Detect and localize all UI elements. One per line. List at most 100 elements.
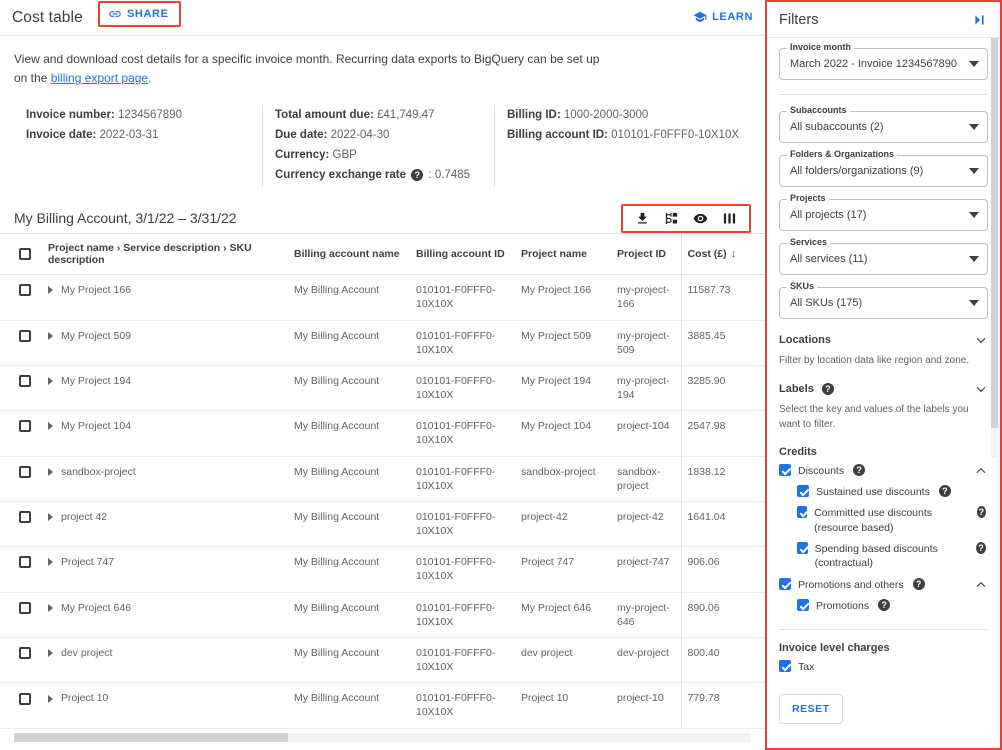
cost-table-pane: Cost table SHARE LEARN View and download… [0, 0, 765, 750]
row-cost: 3885.45 [680, 320, 765, 366]
expand-row-icon[interactable] [48, 694, 53, 703]
expand-row-icon[interactable] [48, 286, 53, 295]
table-row[interactable]: sandbox-project My Billing Account 010101-… [0, 456, 765, 502]
share-button-highlight: SHARE [98, 1, 181, 27]
tax-checkbox[interactable] [779, 660, 791, 673]
filter-invoice-month[interactable]: Invoice month March 2022 - Invoice 12345… [779, 42, 988, 80]
row-checkbox[interactable] [19, 511, 31, 524]
expand-row-icon[interactable] [48, 422, 53, 431]
row-checkbox[interactable] [19, 647, 31, 660]
filter-promotions[interactable]: Promotions ? [797, 599, 988, 613]
chevron-up-icon[interactable] [974, 578, 988, 592]
row-project-id: project-104 [611, 410, 681, 457]
filter-labels-accordion[interactable]: Labels ? [779, 382, 988, 396]
panel-collapse-icon[interactable] [972, 12, 988, 28]
row-checkbox[interactable] [19, 375, 31, 388]
filter-spending-based-discounts[interactable]: Spending based discounts (contractual) ? [797, 541, 988, 570]
help-icon[interactable]: ? [976, 506, 986, 519]
table-horizontal-scrollbar[interactable] [14, 732, 751, 742]
row-checkbox[interactable] [19, 284, 31, 297]
chevron-up-icon[interactable] [974, 464, 988, 478]
filter-folders-organizations[interactable]: Folders & Organizations All folders/orga… [779, 149, 988, 187]
learn-button[interactable]: LEARN [693, 10, 753, 24]
filter-projects[interactable]: Projects All projects (17) [779, 193, 988, 231]
row-checkbox[interactable] [19, 601, 31, 614]
filters-vertical-scrollbar[interactable] [991, 38, 998, 458]
billing-export-link[interactable]: billing export page [51, 71, 148, 85]
discounts-checkbox[interactable] [779, 464, 791, 476]
filter-committed-use-discounts[interactable]: Committed use discounts (resource based)… [797, 506, 988, 534]
expand-tree-icon[interactable] [664, 211, 679, 226]
row-checkbox[interactable] [19, 465, 31, 478]
reset-button[interactable]: RESET [779, 693, 843, 724]
columns-icon[interactable] [722, 211, 737, 226]
column-header-billing-account-id[interactable]: Billing account ID [410, 233, 515, 276]
share-button[interactable]: SHARE [108, 7, 169, 21]
filter-select-box[interactable]: All folders/organizations (9) [779, 155, 988, 187]
filter-select-box[interactable]: All subaccounts (2) [779, 111, 988, 143]
row-checkbox[interactable] [19, 329, 31, 342]
table-row[interactable]: My Project 166 My Billing Account 010101-F… [0, 274, 765, 321]
table-row[interactable]: project 42 My Billing Account 010101-F0FFF… [0, 501, 765, 548]
filter-locations-accordion[interactable]: Locations [779, 333, 988, 347]
filters-vertical-scrollbar-thumb[interactable] [991, 38, 998, 428]
expand-row-icon[interactable] [48, 467, 53, 476]
help-icon[interactable]: ? [821, 383, 834, 395]
download-icon[interactable] [635, 211, 650, 226]
row-cost: 3285.90 [680, 365, 765, 412]
column-header-billing-account-name[interactable]: Billing account name [288, 233, 410, 276]
filter-select-box[interactable]: All services (11) [779, 243, 988, 275]
filter-select-box[interactable]: All projects (17) [779, 199, 988, 231]
row-project-label: My Project 166 [61, 284, 132, 297]
table-row[interactable]: My Project 194 My Billing Account 010101-F… [0, 365, 765, 412]
expand-row-icon[interactable] [48, 603, 53, 612]
sustained-use-discounts-checkbox[interactable] [797, 485, 809, 498]
help-icon[interactable]: ? [853, 464, 866, 476]
row-project-id: my-project-509 [611, 320, 681, 366]
column-header-project-id[interactable]: Project ID [611, 233, 681, 276]
filter-value: All projects (17) [790, 209, 867, 221]
filter-group-promotions-and-others[interactable]: Promotions and others ? [779, 578, 988, 592]
filter-sustained-use-discounts[interactable]: Sustained use discounts ? [797, 485, 988, 499]
row-billing-account-name: My Billing Account [288, 546, 410, 593]
select-all-checkbox[interactable] [19, 248, 31, 261]
help-icon[interactable]: ? [878, 599, 891, 612]
summary-label: Billing ID: [507, 109, 561, 122]
row-checkbox[interactable] [19, 692, 31, 705]
help-icon[interactable]: ? [938, 485, 951, 498]
row-billing-account-id: 010101-F0FFF0-10X10X [410, 546, 515, 593]
table-row[interactable]: dev project My Billing Account 010101-F0FF… [0, 637, 765, 684]
column-header-hierarchy[interactable]: Project name › Service description › SKU… [42, 233, 288, 276]
expand-row-icon[interactable] [48, 377, 53, 386]
expand-row-icon[interactable] [48, 513, 53, 522]
help-icon[interactable]: ? [912, 578, 925, 591]
column-header-cost[interactable]: Cost (£) ↓ [680, 233, 765, 276]
filter-services[interactable]: Services All services (11) [779, 237, 988, 275]
table-row[interactable]: My Project 509 My Billing Account 010101-F… [0, 320, 765, 366]
row-checkbox[interactable] [19, 420, 31, 433]
expand-row-icon[interactable] [48, 649, 53, 658]
expand-row-icon[interactable] [48, 558, 53, 567]
promotions-and-others-checkbox[interactable] [779, 578, 791, 591]
filter-tax[interactable]: Tax [779, 660, 988, 674]
help-icon[interactable]: ? [976, 541, 986, 554]
filter-skus[interactable]: SKUs All SKUs (175) [779, 281, 988, 319]
filter-select-box[interactable]: All SKUs (175) [779, 287, 988, 319]
filter-group-discounts[interactable]: Discounts ? [779, 464, 988, 478]
column-header-project-name[interactable]: Project name [515, 233, 611, 276]
promotions-checkbox[interactable] [797, 599, 809, 612]
committed-use-discounts-checkbox[interactable] [797, 506, 808, 519]
expand-row-icon[interactable] [48, 331, 53, 340]
table-row[interactable]: Project 747 My Billing Account 010101-F0FF… [0, 546, 765, 593]
help-icon[interactable]: ? [411, 169, 424, 182]
chevron-down-icon [974, 382, 988, 396]
row-checkbox[interactable] [19, 556, 31, 569]
filter-subaccounts[interactable]: Subaccounts All subaccounts (2) [779, 105, 988, 143]
table-row[interactable]: My Project 104 My Billing Account 010101-F… [0, 410, 765, 457]
table-horizontal-scrollbar-thumb[interactable] [14, 732, 288, 742]
spending-based-discounts-checkbox[interactable] [797, 541, 808, 554]
table-row[interactable]: My Project 646 My Billing Account 010101-F… [0, 592, 765, 638]
table-row[interactable]: Project 10 My Billing Account 010101-F0FFF… [0, 682, 765, 729]
filter-select-box[interactable]: March 2022 - Invoice 1234567890 [779, 48, 988, 80]
eye-icon[interactable] [693, 211, 708, 226]
